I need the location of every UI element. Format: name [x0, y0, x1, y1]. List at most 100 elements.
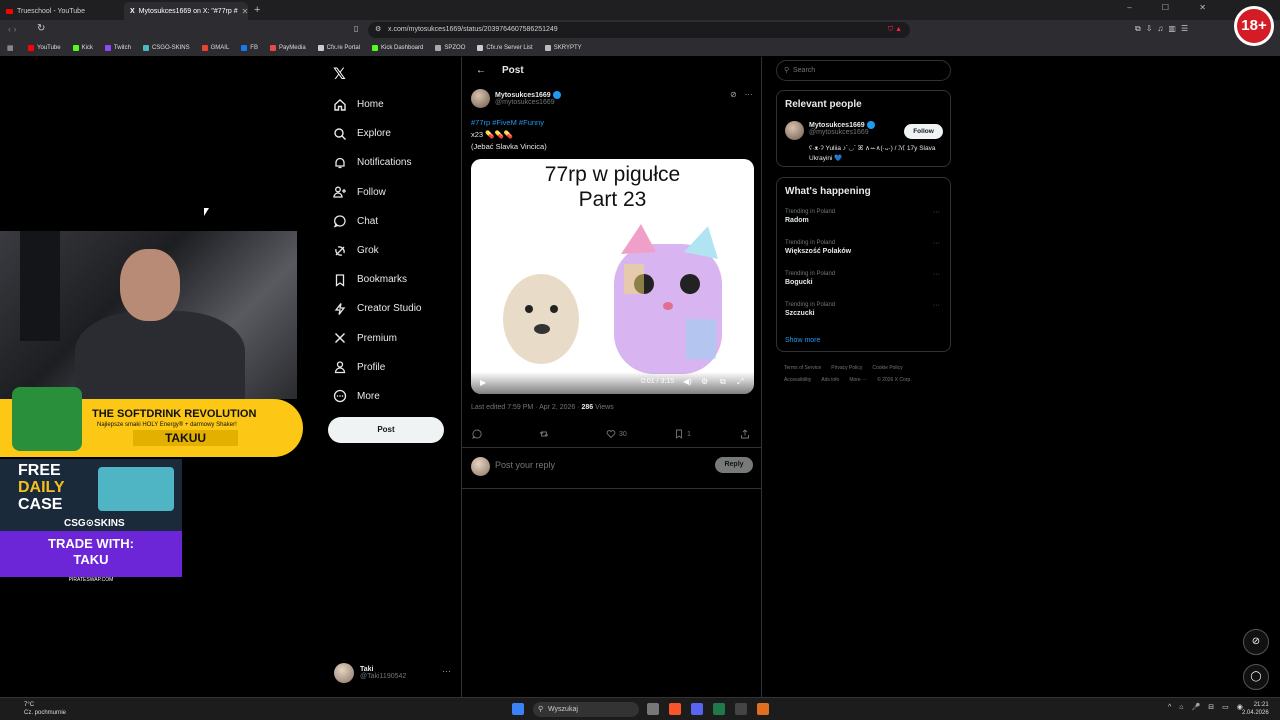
nav-more[interactable]: More	[333, 382, 421, 411]
primary-nav: Home Explore Notifications Follow Chat G…	[333, 90, 421, 411]
app-icon[interactable]	[735, 703, 747, 715]
relevant-handle[interactable]: @mytosukces1669	[809, 129, 875, 136]
settings-icon[interactable]: ⚙	[701, 377, 708, 386]
x-logo[interactable]: 𝕏	[333, 64, 346, 84]
bookmark-item[interactable]: Cfx.re Server List	[477, 45, 533, 51]
relevant-user[interactable]: Mytosukces1669 @mytosukces1669	[785, 121, 875, 140]
app-icon[interactable]	[757, 703, 769, 715]
tab-youtube[interactable]: Trueschool - YouTube	[0, 2, 124, 20]
relevant-name[interactable]: Mytosukces1669	[809, 122, 865, 129]
person-icon	[334, 361, 346, 374]
post-author[interactable]: Mytosukces1669 @mytosukces1669	[471, 89, 561, 108]
site-info-icon[interactable]: ⚙	[375, 22, 381, 38]
reply-button[interactable]: Reply	[715, 457, 753, 473]
excel-icon[interactable]	[713, 703, 725, 715]
show-more-link[interactable]: Show more	[785, 337, 820, 344]
bookmark-label: Kick Dashboard	[381, 45, 424, 51]
more-dots-icon[interactable]: ···	[933, 271, 940, 278]
bookmark-item[interactable]: Kick	[72, 45, 93, 51]
video-title-line: Part 23	[578, 188, 647, 211]
reload-icon[interactable]: ↻	[37, 23, 45, 34]
trend-item[interactable]: Trending in Poland Większość Polaków ···	[785, 240, 940, 255]
avatar[interactable]	[471, 89, 490, 108]
more-dots-icon[interactable]: ···	[933, 302, 940, 309]
grok-icon[interactable]: ⊘	[730, 90, 737, 99]
nav-explore[interactable]: Explore	[333, 119, 421, 148]
address-bar[interactable]: ⚙ x.com/mytosukces1669/status/2039764607…	[368, 22, 910, 38]
hashtags[interactable]: #77rp #FiveM #Funny	[471, 117, 547, 129]
discord-icon[interactable]	[691, 703, 703, 715]
messages-fab-icon[interactable]: ◯	[1243, 664, 1269, 690]
trend-item[interactable]: Trending in Poland Radom ···	[785, 209, 940, 224]
more-dots-icon[interactable]: ···	[933, 209, 940, 216]
nav-creator-studio[interactable]: Creator Studio	[333, 294, 421, 323]
bookmark-page-icon[interactable]: ▯	[354, 24, 358, 33]
new-tab-button[interactable]: +	[254, 4, 260, 16]
repost-action[interactable]	[539, 429, 552, 439]
bookmark-item[interactable]: FB	[241, 45, 258, 51]
footer-link[interactable]: Accessibility	[784, 377, 811, 383]
volume-icon[interactable]: ◀)	[683, 377, 692, 386]
reply-input[interactable]: Post your reply	[495, 460, 555, 470]
author-name[interactable]: Mytosukces1669	[495, 92, 551, 99]
extensions-icons[interactable]: ⧉⇩♫▥☰	[1135, 24, 1193, 34]
nav-notifications[interactable]: Notifications	[333, 148, 421, 177]
clock[interactable]: 21:21 2.04.2026	[1242, 701, 1269, 717]
footer-link[interactable]: More ···	[849, 377, 867, 383]
apps-grid-icon[interactable]: ▦	[7, 44, 14, 52]
more-dots-icon[interactable]: ···	[745, 90, 753, 99]
nav-profile[interactable]: Profile	[333, 353, 421, 382]
nav-premium[interactable]: Premium	[333, 324, 421, 353]
brave-browser-icon[interactable]	[669, 703, 681, 715]
back-icon[interactable]: ‹ ›	[8, 24, 17, 34]
close-tab-icon[interactable]: ✕	[242, 7, 248, 16]
sponsor-headline: THE SOFTDRINK REVOLUTION	[92, 408, 257, 420]
video-player[interactable]: 77rp w pigułce Part 23 ▶ 0:01 / 3:15 ◀) …	[471, 159, 754, 394]
footer-link[interactable]: Terms of Service	[784, 365, 821, 371]
play-icon[interactable]: ▶	[480, 378, 486, 387]
shield-icon[interactable]: ⛉ ▲	[888, 22, 902, 38]
windows-start-icon[interactable]	[512, 703, 524, 715]
taskbar-search[interactable]: ⚲ Wyszukaj	[533, 702, 639, 717]
back-arrow-icon[interactable]: ←	[476, 65, 486, 76]
like-action[interactable]: 30	[606, 429, 627, 439]
bookmark-item[interactable]: PayMedia	[269, 45, 306, 51]
nav-home[interactable]: Home	[333, 90, 421, 119]
weather-widget[interactable]: 7°C Cz. pochmurnie	[8, 701, 66, 717]
nav-grok[interactable]: Grok	[333, 236, 421, 265]
system-tray-icons[interactable]: ^⌂🎤⊟▭◉	[1168, 703, 1251, 711]
grok-fab-icon[interactable]: ⊘	[1243, 629, 1269, 655]
bookmark-item[interactable]: SKRYPTY	[544, 45, 582, 51]
tab-x-post[interactable]: X Mytosukces1669 on X: "#77rp # ✕	[124, 2, 248, 20]
nav-bookmarks[interactable]: Bookmarks	[333, 265, 421, 294]
bookmark-item[interactable]: GMAIL	[201, 45, 229, 51]
account-switcher[interactable]: Taki @Taki1190542 ···	[334, 663, 451, 683]
fullscreen-icon[interactable]: ⤢	[737, 377, 743, 387]
bookmark-item[interactable]: Kick Dashboard	[372, 45, 423, 51]
trend-item[interactable]: Trending in Poland Bogucki ···	[785, 271, 940, 286]
nav-follow[interactable]: Follow	[333, 178, 421, 207]
footer-link[interactable]: Privacy Policy	[831, 365, 862, 371]
trend-item[interactable]: Trending in Poland Szczucki ···	[785, 302, 940, 317]
reply-action[interactable]	[472, 429, 482, 439]
pip-icon[interactable]: ⧉	[720, 377, 726, 387]
share-action[interactable]	[740, 429, 750, 439]
bookmark-item[interactable]: YouTube	[28, 45, 61, 51]
bookmark-item[interactable]: Cfx.re Portal	[317, 45, 360, 51]
avatar[interactable]	[785, 121, 804, 140]
bookmark-item[interactable]: SPZOO	[435, 45, 465, 51]
more-dots-icon[interactable]: ···	[442, 666, 451, 676]
footer-link[interactable]: Cookie Policy	[872, 365, 902, 371]
bookmark-item[interactable]: Twitch	[104, 45, 131, 51]
bookmark-action[interactable]: 1	[674, 429, 691, 439]
author-handle[interactable]: @mytosukces1669	[495, 99, 561, 106]
post-button[interactable]: Post	[328, 417, 444, 443]
window-controls[interactable]: – ☐ ✕	[1127, 3, 1220, 12]
nav-chat[interactable]: Chat	[333, 207, 421, 236]
more-dots-icon[interactable]: ···	[933, 240, 940, 247]
follow-button[interactable]: Follow	[904, 124, 943, 139]
footer-link[interactable]: Ads info	[821, 377, 839, 383]
bookmark-item[interactable]: CSGO-SKINS	[142, 45, 190, 51]
task-view-icon[interactable]	[647, 703, 659, 715]
search-input[interactable]: ⚲ Search	[776, 60, 951, 81]
